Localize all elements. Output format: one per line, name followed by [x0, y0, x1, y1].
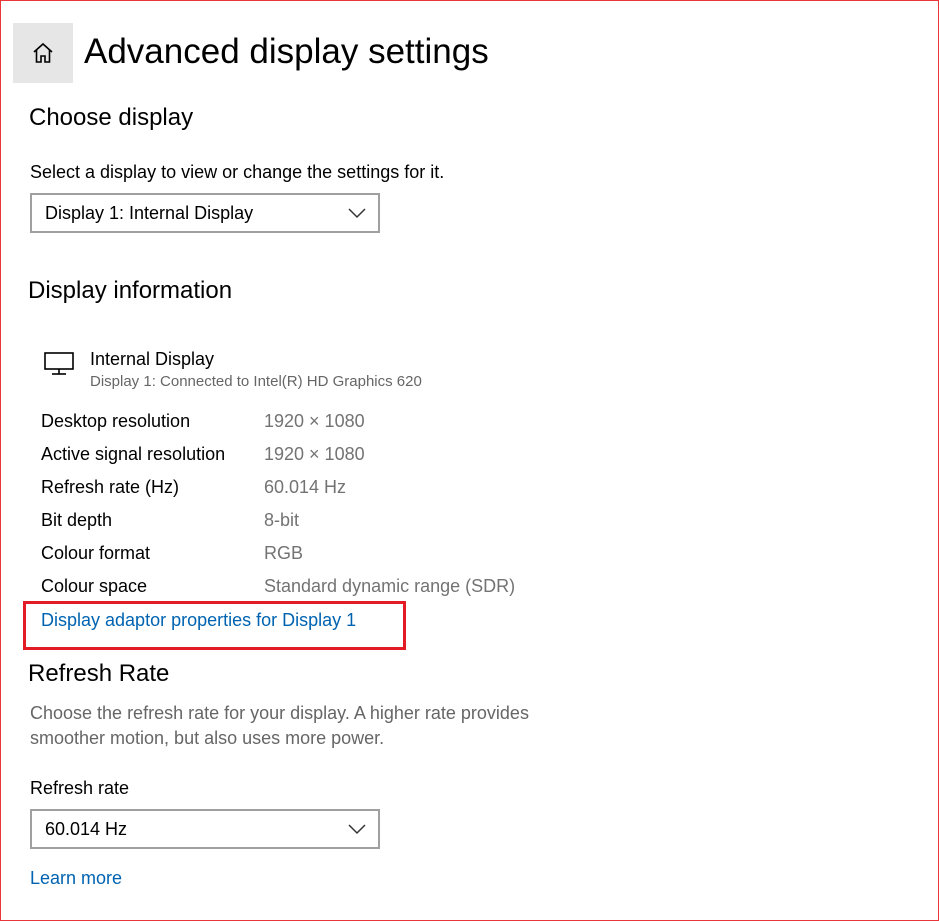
- info-row-active-signal-resolution: Active signal resolution 1920 × 1080: [41, 440, 641, 468]
- page-title: Advanced display settings: [84, 32, 489, 71]
- home-icon: [33, 42, 53, 63]
- monitor-icon: [44, 352, 74, 375]
- refresh-rate-select[interactable]: 60.014 Hz: [30, 809, 380, 849]
- info-value: 60.014 Hz: [264, 477, 347, 497]
- chevron-down-icon: [348, 208, 366, 219]
- display-info-heading: Display information: [28, 277, 233, 304]
- learn-more-link[interactable]: Learn more: [30, 866, 122, 890]
- info-label: Desktop resolution: [41, 411, 191, 431]
- display-select-value: Display 1: Internal Display: [45, 202, 254, 223]
- refresh-rate-field-label: Refresh rate: [30, 778, 130, 798]
- chevron-down-icon: [348, 824, 366, 835]
- home-button[interactable]: [13, 23, 73, 83]
- info-row-colour-format: Colour format RGB: [41, 539, 641, 567]
- refresh-rate-select-value: 60.014 Hz: [45, 818, 128, 839]
- choose-display-heading: Choose display: [29, 104, 194, 131]
- info-value: RGB: [264, 543, 304, 563]
- info-row-colour-space: Colour space Standard dynamic range (SDR…: [41, 572, 641, 600]
- refresh-rate-description: Choose the refresh rate for your display…: [30, 703, 529, 748]
- info-label: Bit depth: [41, 510, 113, 530]
- info-value: Standard dynamic range (SDR): [264, 576, 516, 596]
- info-row-bit-depth: Bit depth 8-bit: [41, 506, 641, 534]
- device-name: Internal Display: [90, 349, 215, 369]
- info-value: 8-bit: [264, 510, 300, 530]
- info-label: Active signal resolution: [41, 444, 226, 464]
- info-label: Colour space: [41, 576, 148, 596]
- info-value: 1920 × 1080: [264, 411, 365, 431]
- device-subtitle: Display 1: Connected to Intel(R) HD Grap…: [90, 373, 422, 390]
- display-select[interactable]: Display 1: Internal Display: [30, 193, 380, 233]
- info-label: Colour format: [41, 543, 151, 563]
- choose-display-instruction: Select a display to view or change the s…: [30, 162, 445, 182]
- info-value: 1920 × 1080: [264, 444, 365, 464]
- display-adaptor-properties-link[interactable]: Display adaptor properties for Display 1: [41, 608, 356, 632]
- info-label: Refresh rate (Hz): [41, 477, 180, 497]
- refresh-rate-heading: Refresh Rate: [28, 660, 170, 687]
- info-row-desktop-resolution: Desktop resolution 1920 × 1080: [41, 407, 641, 435]
- info-row-refresh-rate: Refresh rate (Hz) 60.014 Hz: [41, 473, 641, 501]
